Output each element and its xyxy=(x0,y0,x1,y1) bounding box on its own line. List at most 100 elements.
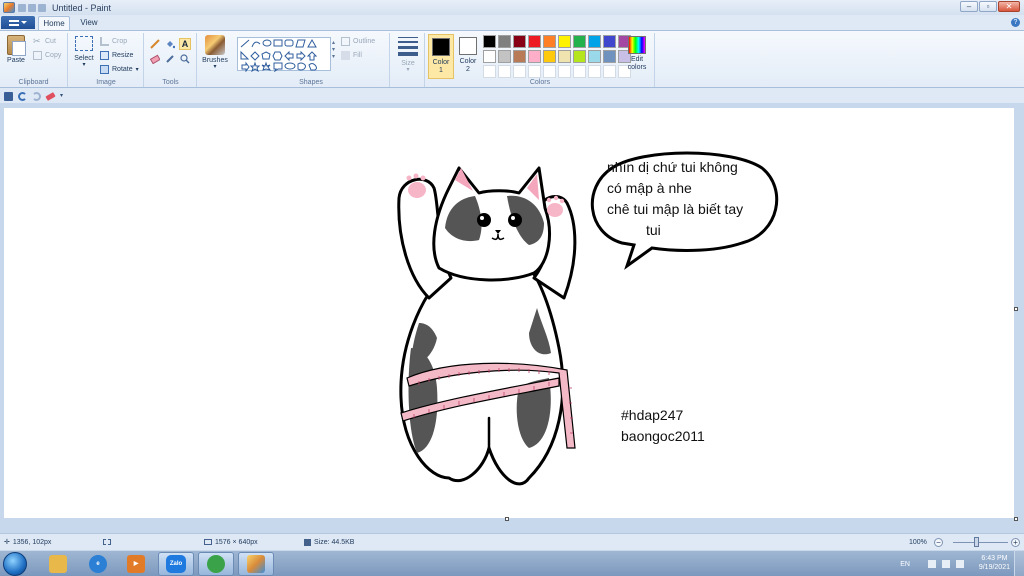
show-desktop-button[interactable] xyxy=(1014,551,1024,576)
resize-handle-corner[interactable] xyxy=(1014,517,1018,521)
redo-icon[interactable] xyxy=(32,91,41,101)
shapes-group: ▴ ▾ ▾ Outline Fill Shapes xyxy=(233,33,390,87)
chevron-down-icon: ▾ xyxy=(82,62,86,68)
drawing-canvas[interactable]: nhìn dị chứ tui không có mập à nhe chê t… xyxy=(4,108,1014,518)
file-size: Size: 44.5KB xyxy=(304,538,354,546)
customize-chevron-icon[interactable]: ▾ xyxy=(60,92,66,101)
selection-size xyxy=(103,539,111,545)
magnifier-icon[interactable] xyxy=(179,53,191,65)
start-button[interactable] xyxy=(3,552,27,576)
resize-label: Resize xyxy=(112,52,134,59)
tray-flag-icon[interactable] xyxy=(928,560,936,568)
shapes-scroll[interactable]: ▴ ▾ ▾ xyxy=(332,39,335,60)
zoom-slider-track[interactable] xyxy=(953,542,1008,543)
zoom-level: 100% xyxy=(909,538,927,546)
shapes-group-label: Shapes xyxy=(299,79,323,86)
paste-button[interactable]: Paste xyxy=(3,33,29,64)
selection-icon xyxy=(103,539,111,545)
brushes-button[interactable]: Brushes ▾ xyxy=(200,33,230,70)
pencil-tool-icon[interactable] xyxy=(149,38,161,50)
tab-home[interactable]: Home xyxy=(38,16,70,30)
bubble-line-3: chê tui mập là biết tay xyxy=(607,201,744,217)
rotate-button[interactable]: Rotate ▾ xyxy=(100,64,139,75)
scissors-icon: ✂ xyxy=(33,36,41,46)
quick-access-toolbar: ▾ xyxy=(0,89,1024,103)
brush-icon xyxy=(205,35,225,55)
crop-label: Crop xyxy=(112,38,128,45)
save-mini-icon[interactable] xyxy=(18,3,26,12)
taskbar-paint[interactable] xyxy=(238,552,274,576)
cursor-position-text: 1356, 102px xyxy=(12,538,52,546)
paste-icon xyxy=(7,35,26,56)
taskbar: e ▶ Zalo EN 6:43 PM 9/19/2021 xyxy=(0,550,1024,576)
fill-bucket-icon[interactable] xyxy=(164,38,176,50)
bubble-line-1: nhìn dị chứ tui không xyxy=(607,159,738,175)
clipboard-group-label: Clipboard xyxy=(18,79,49,86)
eraser-icon[interactable] xyxy=(149,53,161,65)
tab-view[interactable]: View xyxy=(74,16,104,30)
resize-button[interactable]: Resize xyxy=(100,50,133,61)
resize-handle-right[interactable] xyxy=(1014,307,1018,311)
close-button[interactable]: ✕ xyxy=(998,1,1020,12)
crop-icon xyxy=(100,37,109,46)
title-quick-access xyxy=(18,3,46,12)
fill-button[interactable]: Fill xyxy=(341,50,362,61)
paint-icon xyxy=(247,555,265,573)
ribbon: Paste ✂ Cut Copy Clipboard Select ▾ Crop… xyxy=(0,30,1024,88)
taskbar-zalo[interactable]: Zalo xyxy=(158,552,194,576)
zoom-out-button[interactable]: − xyxy=(934,538,943,547)
taskbar-clock[interactable]: 6:43 PM 9/19/2021 xyxy=(979,554,1010,572)
clock-date: 9/19/2021 xyxy=(978,564,1010,571)
zalo-icon: Zalo xyxy=(166,555,186,573)
color-picker-icon[interactable] xyxy=(164,53,176,65)
eraser-icon[interactable] xyxy=(45,91,56,101)
minimize-button[interactable]: – xyxy=(960,1,978,12)
file-menu-button[interactable] xyxy=(1,16,35,29)
ribbon-tabs: Home View ? xyxy=(0,15,1024,30)
tray-volume-icon[interactable] xyxy=(956,560,964,568)
fill-icon xyxy=(341,51,350,60)
shapes-gallery[interactable] xyxy=(237,37,331,72)
undo-icon[interactable] xyxy=(18,91,27,101)
shapes-icons xyxy=(240,38,318,72)
undo-mini-icon[interactable] xyxy=(28,3,36,12)
brushes-group: Brushes ▾ xyxy=(198,33,232,87)
brushes-label: Brushes xyxy=(202,57,228,64)
paint-app-icon[interactable] xyxy=(3,2,15,13)
resize-handle-bottom[interactable] xyxy=(505,517,509,521)
taskbar-explorer[interactable] xyxy=(40,552,76,576)
cursor-position: ✛ 1356, 102px xyxy=(4,538,52,547)
zoom-slider-thumb[interactable] xyxy=(974,537,979,547)
zoom-in-button[interactable]: + xyxy=(1011,538,1020,547)
redo-mini-icon[interactable] xyxy=(38,3,46,12)
crop-button[interactable]: Crop xyxy=(100,36,127,47)
rotate-icon xyxy=(100,65,109,74)
bubble-line-4: tui xyxy=(646,222,661,238)
save-icon[interactable] xyxy=(4,91,13,101)
maximize-button[interactable]: ▫ xyxy=(979,1,997,12)
status-bar: ✛ 1356, 102px 1576 × 640px Size: 44.5KB … xyxy=(0,533,1024,550)
taskbar-internet-explorer[interactable]: e xyxy=(80,552,116,576)
help-icon[interactable]: ? xyxy=(1011,18,1020,27)
author-text: baongoc2011 xyxy=(621,428,705,444)
fill-label: Fill xyxy=(353,52,362,59)
select-button[interactable]: Select ▾ xyxy=(71,33,97,68)
size-button[interactable]: Size ▾ xyxy=(394,35,422,73)
cut-button[interactable]: ✂ Cut xyxy=(33,36,56,47)
hashtag-text: #hdap247 xyxy=(621,407,684,423)
outline-button[interactable]: Outline xyxy=(341,36,375,47)
taskbar-browser[interactable] xyxy=(198,552,234,576)
browser-icon xyxy=(207,555,225,573)
select-icon xyxy=(75,36,93,51)
cat-drawing xyxy=(397,166,577,486)
tools-group-label: Tools xyxy=(162,79,179,86)
disk-icon xyxy=(304,538,311,546)
clock-time: 6:43 PM xyxy=(981,555,1008,562)
window-controls: – ▫ ✕ xyxy=(960,1,1020,12)
language-indicator[interactable]: EN xyxy=(900,561,910,568)
text-tool-icon[interactable]: A xyxy=(179,38,191,50)
copy-button[interactable]: Copy xyxy=(33,50,61,61)
taskbar-media-player[interactable]: ▶ xyxy=(118,552,154,576)
tray-network-icon[interactable] xyxy=(942,560,950,568)
copy-icon xyxy=(33,51,42,60)
